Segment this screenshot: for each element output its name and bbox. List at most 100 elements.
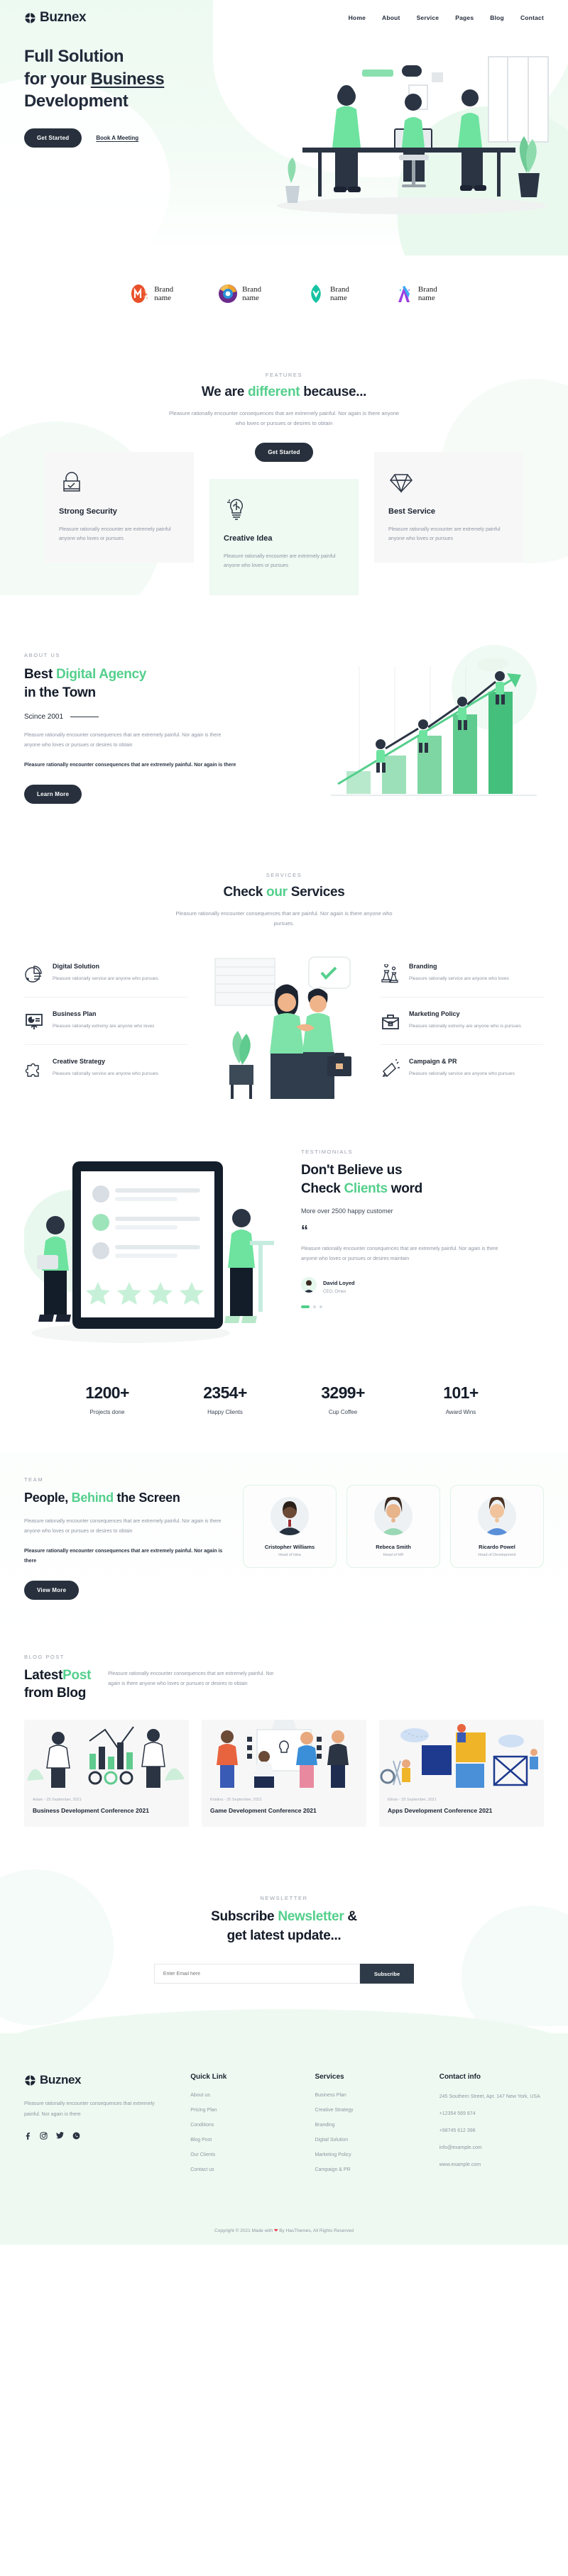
blog-post-title-1[interactable]: Business Development Conference 2021 [24,1802,189,1827]
footer-link-branding[interactable]: Branding [315,2123,419,2128]
learn-more-button[interactable]: Learn More [24,785,82,805]
testimonial-pagination-dots[interactable] [301,1305,514,1308]
footer-quick-link-heading: Quick Link [190,2073,227,2082]
blog-post-title-3[interactable]: Apps Development Conference 2021 [379,1802,544,1827]
service-text-marketing-policy: Pleasure rationally extremy are anyone w… [409,1024,521,1029]
puzzle-icon [24,1059,44,1079]
team-member-role-1: Head of Idea [278,1553,301,1558]
service-text-business-plan: Pleasure rationally extremy are anyone w… [53,1024,155,1029]
blog-title: LatestPost from Blog [24,1667,92,1701]
footer-phone-2[interactable]: +98745 612 398 [439,2127,544,2136]
footer-link-campaign-pr[interactable]: Campaign & PR [315,2167,419,2172]
service-business-plan[interactable]: Business Plan Pleasure rationally extrem… [24,997,187,1044]
team-paragraph-1: Pleasure rationally encounter consequenc… [24,1518,222,1534]
service-title-branding: Branding [409,963,437,971]
team-member-card-2[interactable]: Rebeca Smith Head of HR [346,1485,440,1569]
newsletter-email-input[interactable] [153,1964,360,1984]
about-illustration [317,645,551,808]
blog-card-3[interactable]: Ethan - 25 September, 2021 Apps Developm… [379,1719,544,1827]
services-title: Check our Services [223,885,345,900]
footer-link-our-clients[interactable]: Our Clients [190,2152,295,2157]
nav-item-about[interactable]: About [382,14,400,21]
service-text-creative-strategy: Pleasure rationally service are anyone w… [53,1071,158,1077]
footer-link-contact-us[interactable]: Contact us [190,2167,295,2172]
about-paragraph-2: Pleasure rationally encounter consequenc… [24,763,236,768]
service-text-campaign-pr: Pleasure rationally service are anyone w… [409,1071,515,1077]
stat-label-2: Happy Clients [207,1409,243,1416]
footer-link-business-plan[interactable]: Business Plan [315,2093,419,2098]
testimonials-title: Don't Believe us Check Clients word [301,1163,422,1197]
brand-logo-4: Brand name [395,284,437,304]
diamond-icon [388,469,414,494]
whatsapp-icon[interactable] [72,2132,80,2142]
team-member-card-1[interactable]: Cristopher Williams Head of Idea [243,1485,337,1569]
blog-card-1[interactable]: Adam - 25 September, 2021 Business Devel… [24,1719,189,1827]
twitter-icon[interactable] [56,2131,64,2142]
footer-link-marketing-policy[interactable]: Marketing Policy [315,2152,419,2157]
brand-logos-strip: Brand name Brand name Brand name Brand n… [0,255,568,336]
brain-bulb-icon [224,496,249,521]
pagination-dot-2[interactable] [313,1305,316,1308]
service-branding[interactable]: Branding Pleasure rationally service are… [381,950,544,997]
stats-section: 1200+ Projects done 2354+ Happy Clients … [0,1365,568,1453]
stat-value-3: 3299+ [321,1383,365,1403]
blog-meta-3: Ethan - 25 September, 2021 [388,1797,437,1802]
blog-cards: Adam - 25 September, 2021 Business Devel… [24,1719,544,1827]
book-a-meeting-link[interactable]: Book A Meeting [96,135,138,141]
footer-social-links [24,2131,170,2142]
footer-link-creative-strategy[interactable]: Creative Strategy [315,2108,419,2113]
features-title: We are different because... [201,385,367,399]
testimonial-author-name: David Loyed [323,1279,355,1286]
team-paragraph-2: Pleasure rationally encounter consequenc… [24,1548,223,1564]
services-right-column: Branding Pleasure rationally service are… [381,950,544,1092]
team-kicker: TEAM [24,1476,44,1483]
pagination-dot-3[interactable] [320,1305,322,1308]
get-started-button[interactable]: Get Started [24,128,82,148]
footer-link-digital-solution[interactable]: Digital Solution [315,2138,419,2143]
footer-website[interactable]: www.example.com [439,2161,544,2170]
facebook-icon[interactable] [24,2132,31,2142]
footer-link-about-us[interactable]: About us [190,2093,295,2098]
newsletter-kicker: NEWSLETTER [260,1894,308,1901]
footer-logo[interactable]: Buznex [24,2073,170,2087]
instagram-icon[interactable] [40,2131,48,2142]
footer-quick-link-column: Quick Link About us Pricing Plan Conditi… [190,2073,295,2182]
footer-services-column: Services Business Plan Creative Strategy… [315,2073,419,2182]
brand-c-icon [219,284,238,304]
team-member-card-3[interactable]: Ricardo Powel Head of Development [450,1485,544,1569]
service-digital-solution[interactable]: Digital Solution Pleasure rationally ser… [24,950,187,997]
service-campaign-pr[interactable]: Campaign & PR Pleasure rationally servic… [381,1044,544,1092]
brand-a-icon [395,284,413,304]
newsletter-subscribe-button[interactable]: Subscribe [359,1964,415,1984]
footer-email[interactable]: info@example.com [439,2144,544,2153]
service-marketing-policy[interactable]: Marketing Policy Pleasure rationally ext… [381,997,544,1044]
footer-phone-1[interactable]: +12354 569 874 [439,2110,544,2119]
blog-subtitle: Pleasure rationally encounter consequenc… [108,1671,274,1686]
feature-card-best-service[interactable]: Best Service Pleasure rationally encount… [374,451,523,563]
nav-item-pages[interactable]: Pages [455,14,474,21]
lock-check-icon [59,469,84,494]
service-creative-strategy[interactable]: Creative Strategy Pleasure rationally se… [24,1044,187,1092]
copyright-post: By HasThemes, All Rights Reserved [278,2228,354,2234]
pagination-dot-active[interactable] [301,1305,310,1308]
blog-thumbnail-2 [202,1719,366,1791]
nav-item-home[interactable]: Home [349,14,366,21]
nav-item-contact[interactable]: Contact [520,14,544,21]
footer-link-pricing-plan[interactable]: Pricing Plan [190,2108,295,2113]
stat-value-2: 2354+ [203,1383,247,1403]
presentation-icon [24,1012,44,1032]
feature-card-strong-security[interactable]: Strong Security Pleasure rationally enco… [45,451,194,563]
feature-card-creative-idea[interactable]: Creative Idea Pleasure rationally encoun… [209,478,359,596]
site-logo[interactable]: Buznex [24,10,87,26]
blog-meta-1: Adam - 25 September, 2021 [33,1797,82,1802]
view-more-button[interactable]: View More [24,1580,80,1600]
nav-item-blog[interactable]: Blog [490,14,504,21]
footer-link-blog-post[interactable]: Blog Post [190,2138,295,2143]
nav-item-service[interactable]: Service [417,14,439,21]
hero-cta-group: Get Started Book A Meeting [24,128,251,148]
pie-chart-icon [24,964,44,984]
footer-link-conditions[interactable]: Conditions [190,2123,295,2128]
brand-label-3: Brand name [330,284,349,302]
blog-post-title-2[interactable]: Game Development Conference 2021 [202,1802,366,1827]
blog-card-2[interactable]: Kristina - 25 September, 2021 Game Devel… [202,1719,366,1827]
